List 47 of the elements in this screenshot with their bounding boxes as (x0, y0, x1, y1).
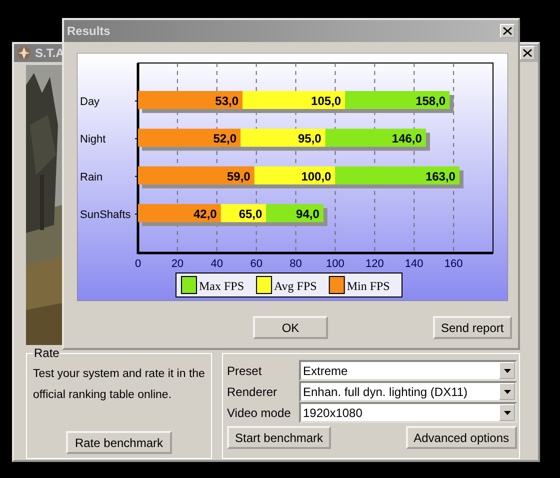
close-button[interactable] (500, 24, 515, 38)
dialog-button[interactable]: Send report (433, 316, 512, 339)
dropdown[interactable]: 1920x1080 (299, 402, 517, 423)
field-label: Video mode (227, 404, 292, 422)
value-label: 146,0 (392, 132, 422, 146)
legend-label: Max FPS (199, 279, 244, 293)
group-caption: Rate (33, 346, 60, 360)
legend-label: Avg FPS (274, 279, 317, 293)
value-label: 105,0 (311, 94, 342, 108)
value-label: 59,0 (227, 169, 250, 184)
close-icon (503, 27, 512, 35)
category-label: Day (80, 96, 100, 108)
close-button[interactable] (520, 46, 535, 60)
window-title: Results (67, 23, 110, 40)
close-icon (523, 49, 532, 57)
dropdown[interactable]: Enhan. full dyn. lighting (DX11) (299, 381, 517, 402)
dropdown[interactable]: Extreme (299, 360, 517, 381)
app-icon (17, 46, 31, 60)
value-label: 94,0 (296, 207, 320, 222)
dialog-button[interactable]: OK (253, 316, 328, 339)
category-label: SunShafts (80, 209, 131, 222)
category-label: Rain (80, 171, 103, 184)
tick-label: 60 (250, 258, 262, 270)
category-label: Night (80, 134, 106, 146)
tick-label: 100 (326, 258, 344, 270)
tick-label: 160 (444, 258, 463, 270)
tick-label: 20 (171, 258, 184, 270)
tick-label: 120 (365, 258, 384, 270)
value-label: 158,0 (416, 94, 446, 108)
tick-label: 140 (404, 258, 424, 270)
value-label: 100,0 (301, 169, 332, 184)
value-label: 95,0 (298, 132, 322, 146)
legend-label: Min FPS (346, 279, 390, 293)
action-button[interactable]: Start benchmark (227, 426, 332, 449)
tick-label: 80 (290, 258, 302, 270)
description-text: Test your system and rate it in the official ranking table online. (33, 367, 205, 403)
tick-label: 0 (134, 258, 142, 270)
rate-benchmark-button[interactable]: Rate benchmark (66, 431, 172, 454)
value-label: 42,0 (193, 207, 217, 222)
value-label: 53,0 (215, 94, 239, 108)
value-label: 52,0 (213, 132, 237, 146)
action-button[interactable]: Advanced options (406, 426, 517, 449)
value-label: 163,0 (425, 169, 456, 184)
tick-label: 40 (210, 258, 224, 270)
field-label: Preset (227, 362, 263, 380)
value-label: 65,0 (238, 207, 262, 222)
field-label: Renderer (227, 384, 278, 400)
